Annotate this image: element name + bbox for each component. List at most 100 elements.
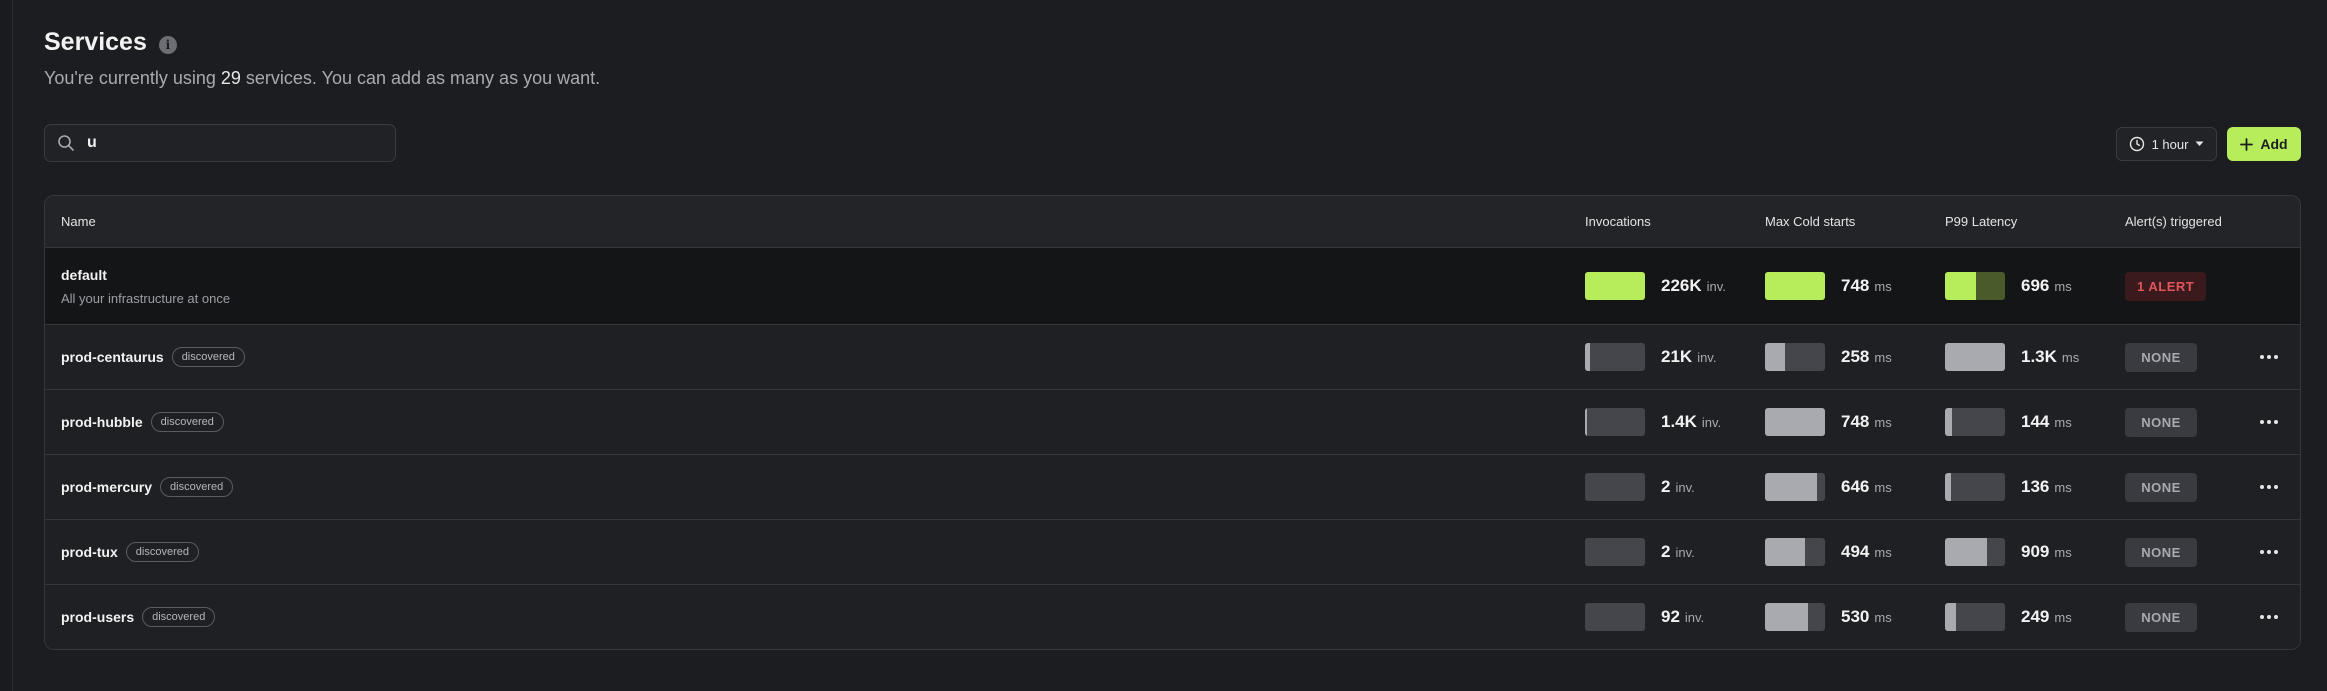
table-row[interactable]: prod-tux discovered 2 inv. 494 ms 909 ms NON…	[45, 520, 2300, 585]
cold-starts-value: 258	[1841, 347, 1870, 366]
p99-unit: ms	[2061, 349, 2080, 365]
p99-value: 144	[2021, 412, 2050, 431]
info-icon[interactable]: i	[158, 35, 177, 54]
service-name-wrap: prod-users discovered	[61, 607, 216, 627]
p99-unit: ms	[2054, 278, 2072, 294]
search-icon	[58, 135, 74, 151]
p99-cell: 696 ms	[1945, 272, 2125, 300]
cold-starts-bar	[1765, 603, 1825, 631]
p99-bar	[1945, 272, 2005, 300]
p99-cell: 249 ms	[1945, 603, 2125, 631]
service-name[interactable]: prod-hubble	[61, 414, 143, 430]
time-range-button[interactable]: 1 hour	[2116, 127, 2217, 161]
cold-starts-cell: 530 ms	[1765, 603, 1945, 631]
discovered-badge: discovered	[125, 542, 199, 562]
invocations-bar-fill	[1585, 343, 1591, 371]
alert-cell: NONE	[2125, 407, 2300, 437]
cold-starts-value: 646	[1841, 477, 1870, 496]
cold-starts-bar	[1765, 473, 1825, 501]
alert-status-badge[interactable]: 1 ALERT	[2125, 271, 2207, 301]
header-cold-starts[interactable]: Max Cold starts	[1765, 214, 1945, 229]
cold-starts-bar	[1765, 538, 1825, 566]
service-name[interactable]: prod-tux	[61, 544, 118, 560]
header-name[interactable]: Name	[45, 214, 1585, 229]
cold-starts-value: 530	[1841, 607, 1870, 626]
service-name-wrap: prod-centaurus discovered	[61, 347, 245, 367]
p99-bar	[1945, 473, 2005, 501]
more-options-icon[interactable]	[2260, 550, 2278, 554]
alert-status-badge[interactable]: NONE	[2125, 537, 2197, 567]
table-row[interactable]: default All your infrastructure at once …	[45, 248, 2300, 325]
p99-cell: 1.3K ms	[1945, 343, 2125, 371]
invocations-value: 21K	[1661, 347, 1693, 366]
table-row[interactable]: prod-users discovered 92 inv. 530 ms 249 ms …	[45, 585, 2300, 649]
more-options-icon[interactable]	[2260, 485, 2278, 489]
alert-cell: NONE	[2125, 602, 2300, 632]
table-row[interactable]: prod-hubble discovered 1.4K inv. 748 ms 144…	[45, 390, 2300, 455]
invocations-value: 226K	[1661, 276, 1702, 295]
cold-starts-bar	[1765, 343, 1825, 371]
alert-cell: 1 ALERT	[2125, 271, 2300, 301]
cold-starts-bar-fill	[1765, 343, 1786, 371]
plus-icon	[2240, 137, 2254, 151]
clock-icon	[2129, 136, 2144, 152]
p99-bar	[1945, 343, 2005, 371]
cold-starts-cell: 258 ms	[1765, 343, 1945, 371]
service-name-wrap: default	[61, 267, 107, 283]
name-cell: prod-centaurus discovered	[45, 347, 1585, 367]
p99-bar	[1945, 603, 2005, 631]
p99-cell: 144 ms	[1945, 408, 2125, 436]
cold-starts-value: 748	[1841, 412, 1870, 431]
invocations-cell: 226K inv.	[1585, 272, 1765, 300]
invocations-unit: inv.	[1706, 278, 1726, 294]
name-cell: prod-tux discovered	[45, 542, 1585, 562]
alert-cell: NONE	[2125, 342, 2300, 372]
alert-status-badge[interactable]: NONE	[2125, 407, 2197, 437]
header-p99-latency[interactable]: P99 Latency	[1945, 214, 2125, 229]
invocations-bar	[1585, 473, 1645, 501]
search-box[interactable]	[44, 124, 396, 162]
service-name[interactable]: prod-users	[61, 609, 134, 625]
more-options-icon[interactable]	[2260, 615, 2278, 619]
alert-status-badge[interactable]: NONE	[2125, 602, 2197, 632]
service-name[interactable]: prod-centaurus	[61, 349, 164, 365]
more-options-icon[interactable]	[2260, 420, 2278, 424]
table-row[interactable]: prod-centaurus discovered 21K inv. 258 ms 1…	[45, 325, 2300, 390]
cold-starts-unit: ms	[1874, 479, 1892, 495]
alert-cell: NONE	[2125, 537, 2300, 567]
search-input[interactable]	[85, 133, 369, 153]
p99-unit: ms	[2054, 544, 2072, 560]
page-subtitle: You're currently using 29 services. You …	[44, 68, 600, 89]
p99-value: 249	[2021, 607, 2050, 626]
cold-starts-cell: 748 ms	[1765, 408, 1945, 436]
table-row[interactable]: prod-mercury discovered 2 inv. 646 ms 136 ms…	[45, 455, 2300, 520]
services-table: Name Invocations Max Cold starts P99 Lat…	[44, 195, 2301, 650]
invocations-cell: 2 inv.	[1585, 473, 1765, 501]
discovered-badge: discovered	[171, 347, 245, 367]
alert-status-badge[interactable]: NONE	[2125, 472, 2197, 502]
invocations-unit: inv.	[1684, 609, 1705, 625]
invocations-bar	[1585, 603, 1645, 631]
invocations-unit: inv.	[1675, 544, 1695, 560]
add-button[interactable]: Add	[2227, 127, 2301, 161]
service-name[interactable]: prod-mercury	[61, 479, 152, 495]
alert-status-badge[interactable]: NONE	[2125, 342, 2197, 372]
service-count: 29	[220, 68, 241, 88]
p99-bar-fill	[1945, 408, 1952, 436]
p99-cell: 909 ms	[1945, 538, 2125, 566]
invocations-cell: 1.4K inv.	[1585, 408, 1765, 436]
header-alerts[interactable]: Alert(s) triggered	[2125, 214, 2300, 229]
caret-down-icon	[2195, 141, 2204, 146]
cold-starts-value: 494	[1841, 542, 1870, 561]
p99-value: 696	[2021, 276, 2050, 295]
cold-starts-bar-fill	[1765, 538, 1805, 566]
cold-starts-unit: ms	[1874, 278, 1892, 294]
p99-bar-fill	[1945, 603, 1957, 631]
more-options-icon[interactable]	[2260, 355, 2278, 359]
cold-starts-bar-fill	[1765, 272, 1825, 300]
service-description: All your infrastructure at once	[61, 290, 231, 306]
service-name[interactable]: default	[61, 267, 107, 283]
p99-value: 136	[2021, 477, 2050, 496]
header-invocations[interactable]: Invocations	[1585, 214, 1765, 229]
invocations-unit: inv.	[1675, 479, 1695, 495]
